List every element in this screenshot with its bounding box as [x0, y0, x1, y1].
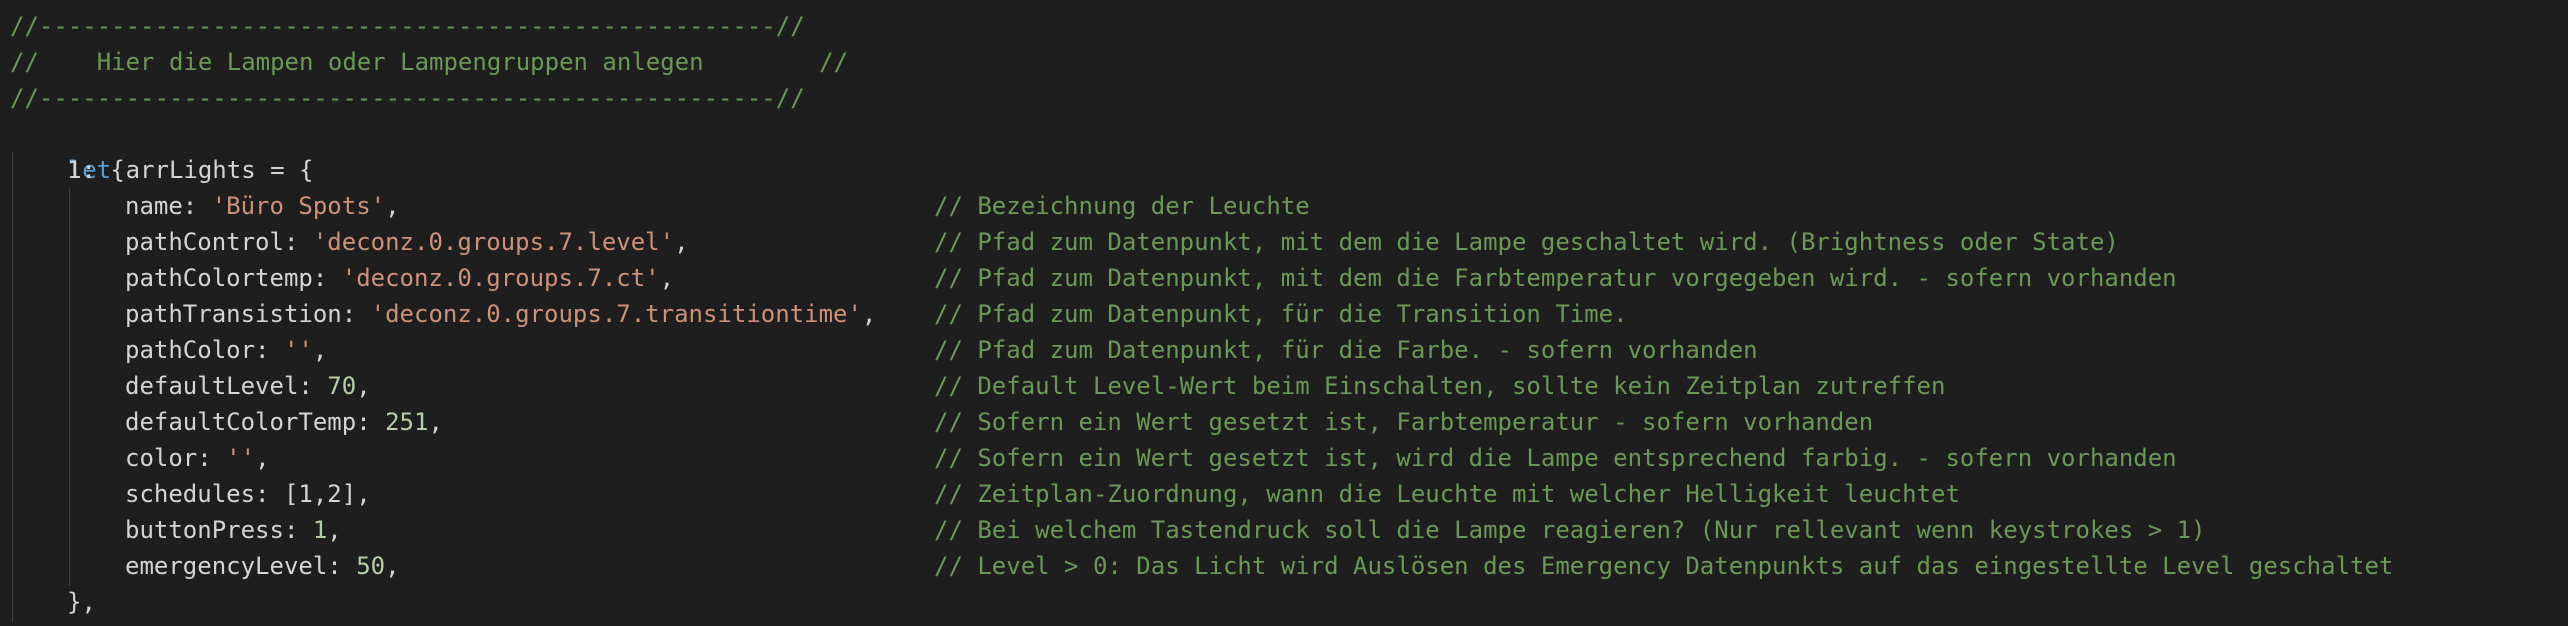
property-key: defaultLevel:	[125, 372, 328, 400]
property-key: pathColor:	[125, 336, 284, 364]
property-value: 'deconz.0.groups.7.transitiontime'	[370, 300, 862, 328]
property-value: 251	[385, 408, 429, 436]
property-punctuation: ,	[312, 336, 328, 364]
header-comment-line-2: // Hier die Lampen oder Lampengruppen an…	[10, 48, 849, 76]
property-comment: // Bei welchem Tastendruck soll die Lamp…	[934, 516, 2206, 544]
property-line: pathControl: 'deconz.0.groups.7.level',	[125, 224, 689, 260]
property-punctuation: ,	[674, 228, 689, 256]
property-value: 1	[312, 516, 328, 544]
property-value: 50	[356, 552, 386, 580]
property-line: defaultColorTemp: 251,	[125, 404, 443, 440]
property-value: ''	[226, 444, 256, 472]
property-line: name: 'Büro Spots',	[125, 188, 400, 224]
property-punctuation: ,	[659, 264, 675, 292]
property-punctuation: ,	[385, 552, 400, 580]
property-value: 70	[327, 372, 357, 400]
property-punctuation: ,	[385, 192, 400, 220]
property-comment: // Pfad zum Datenpunkt, mit dem die Farb…	[934, 264, 2177, 292]
header-comment-line-3: //--------------------------------------…	[10, 84, 805, 112]
property-line: emergencyLevel: 50,	[125, 548, 400, 584]
property-line: buttonPress: 1,	[125, 512, 342, 548]
property-value: ''	[283, 336, 313, 364]
property-comment: // Pfad zum Datenpunkt, mit dem die Lamp…	[934, 228, 2119, 256]
indent-guide-inner	[69, 188, 70, 586]
property-comment: // Pfad zum Datenpunkt, für die Farbe. -…	[934, 336, 1758, 364]
property-line: pathColortemp: 'deconz.0.groups.7.ct',	[125, 260, 674, 296]
property-line: defaultLevel: 70,	[125, 368, 371, 404]
property-line: schedules: [1,2],	[125, 476, 371, 512]
property-key: defaultColorTemp:	[125, 408, 386, 436]
property-comment: // Pfad zum Datenpunkt, für die Transiti…	[934, 300, 1628, 328]
property-punctuation: ,	[255, 444, 270, 472]
object-close-line: },	[67, 588, 96, 616]
property-comment: // Level > 0: Das Licht wird Auslösen de…	[934, 552, 2394, 580]
property-key: schedules:	[125, 480, 284, 508]
property-punctuation: ,	[356, 372, 371, 400]
property-value: 'deconz.0.groups.7.ct'	[341, 264, 660, 292]
property-line: pathTransistion: 'deconz.0.groups.7.tran…	[125, 296, 876, 332]
property-punctuation: ,	[861, 300, 877, 328]
property-key: emergencyLevel:	[125, 552, 357, 580]
declaration-rest: arrLights = {	[111, 156, 314, 184]
property-comment: // Sofern ein Wert gesetzt ist, Farbtemp…	[934, 408, 1874, 436]
property-key: pathTransistion:	[125, 300, 371, 328]
property-punctuation: ,	[356, 480, 371, 508]
property-key: pathControl:	[125, 228, 313, 256]
property-key: pathColortemp:	[125, 264, 342, 292]
property-line: color: '',	[125, 440, 270, 476]
object-open-line: 1: {	[67, 156, 125, 184]
property-line: pathColor: '',	[125, 332, 327, 368]
property-punctuation: ,	[327, 516, 342, 544]
property-comment: // Default Level-Wert beim Einschalten, …	[934, 372, 1946, 400]
property-comment: // Bezeichnung der Leuchte	[934, 192, 1310, 220]
property-key: color:	[125, 444, 227, 472]
property-value: 'Büro Spots'	[211, 192, 386, 220]
property-comment: // Zeitplan-Zuordnung, wann die Leuchte …	[934, 480, 1960, 508]
header-comment-line-1: //--------------------------------------…	[10, 12, 805, 40]
code-editor[interactable]: //--------------------------------------…	[0, 0, 2568, 626]
property-punctuation: ,	[428, 408, 443, 436]
declaration-line: let arrLights = {	[10, 116, 314, 184]
property-comment: // Sofern ein Wert gesetzt ist, wird die…	[934, 444, 2177, 472]
property-value: [1,2]	[283, 480, 357, 508]
property-key: buttonPress:	[125, 516, 313, 544]
property-value: 'deconz.0.groups.7.level'	[312, 228, 675, 256]
property-key: name:	[125, 192, 212, 220]
